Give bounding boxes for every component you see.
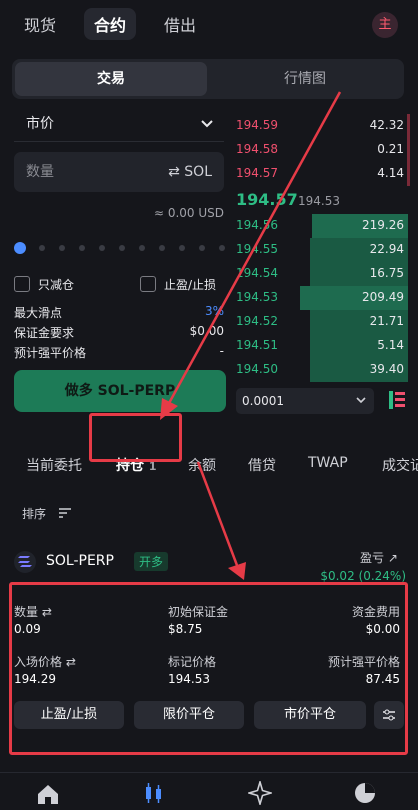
ask-size: 4.14: [377, 166, 404, 180]
quantity-input[interactable]: 数量 ⇄ SOL: [14, 152, 224, 192]
order-type-select[interactable]: 市价: [14, 108, 224, 142]
bid-price[interactable]: 194.54: [236, 266, 278, 280]
tab-contract[interactable]: 合约: [84, 8, 137, 40]
tick-size-value: 0.0001: [242, 394, 284, 408]
bid-price[interactable]: 194.52: [236, 314, 278, 328]
bid-price[interactable]: 194.55: [236, 242, 278, 256]
max-slippage-value[interactable]: 3%: [205, 304, 224, 318]
pnl-label-text: 盈亏: [360, 551, 385, 565]
quantity-placeholder: 数量: [26, 164, 54, 180]
top-nav: 现货 合约 借出 主: [0, 0, 418, 50]
home-icon[interactable]: [36, 783, 60, 805]
chevron-down-icon: [356, 397, 366, 404]
bid-size: 219.26: [362, 218, 404, 232]
quantity-slider[interactable]: [14, 240, 228, 254]
margin-value: $0.00: [189, 324, 224, 338]
tab-lending[interactable]: 借出: [164, 12, 196, 36]
tab-chart[interactable]: 行情图: [209, 62, 401, 96]
reduce-only-checkbox[interactable]: [14, 276, 30, 292]
bid-size: 5.14: [377, 338, 404, 352]
ask-price[interactable]: 194.57: [236, 166, 278, 180]
tpsl-checkbox[interactable]: [140, 276, 156, 292]
bottom-nav: [0, 772, 418, 810]
unit-label: SOL: [184, 164, 212, 180]
external-link-icon: ↗: [387, 551, 398, 565]
ask-size: 42.32: [369, 118, 404, 132]
bid-size: 209.49: [362, 290, 404, 304]
bid-size: 39.40: [369, 362, 404, 376]
tab-open-orders[interactable]: 当前委托: [26, 455, 82, 475]
position-symbol[interactable]: SOL-PERP: [46, 553, 114, 569]
usd-value: ≈ 0.00 USD: [153, 206, 224, 220]
reduce-only-label: 只减仓: [38, 278, 75, 292]
tab-trade[interactable]: 交易: [15, 62, 207, 96]
solana-icon: [14, 551, 36, 573]
unit-switch[interactable]: ⇄ SOL: [168, 152, 212, 192]
max-slippage-label: 最大滑点: [14, 306, 63, 320]
liq-value: -: [219, 344, 224, 358]
avatar[interactable]: 主: [372, 12, 398, 38]
view-switch: 交易 行情图: [12, 59, 404, 99]
portfolio-icon[interactable]: [354, 782, 376, 804]
bid-price[interactable]: 194.51: [236, 338, 278, 352]
pnl-value: $0.02 (0.24%): [320, 569, 406, 583]
margin-label: 保证金要求: [14, 326, 75, 340]
bid-price[interactable]: 194.56: [236, 218, 278, 232]
ask-depth-bar: [407, 114, 410, 186]
mark-price: 194.53: [298, 194, 340, 208]
tpsl-label: 止盈/止损: [164, 278, 217, 292]
tab-twap[interactable]: TWAP: [308, 455, 348, 471]
liq-label: 预计强平价格: [14, 346, 87, 360]
bid-size: 21.71: [369, 314, 404, 328]
swap-icon: ⇄: [168, 164, 185, 180]
ask-size: 0.21: [377, 142, 404, 156]
tab-spot[interactable]: 现货: [24, 12, 56, 36]
bid-price[interactable]: 194.50: [236, 362, 278, 376]
mid-price: 194.57: [236, 190, 298, 209]
pnl-label[interactable]: 盈亏 ↗: [360, 549, 398, 566]
orderbook-layout-icon[interactable]: [388, 390, 406, 410]
buy-button[interactable]: 做多 SOL-PERP: [14, 370, 226, 412]
tab-balances[interactable]: 余额: [188, 455, 216, 475]
sort-icon[interactable]: [58, 507, 72, 519]
sort-label: 排序: [22, 507, 47, 521]
annotation-box-positions: [89, 413, 182, 462]
tab-borrow[interactable]: 借贷: [248, 455, 276, 475]
ask-price[interactable]: 194.58: [236, 142, 278, 156]
bid-size: 22.94: [369, 242, 404, 256]
bid-price[interactable]: 194.53: [236, 290, 278, 304]
order-type-value: 市价: [26, 116, 54, 132]
chevron-down-icon: [201, 120, 213, 128]
sort-control[interactable]: 排序: [22, 505, 46, 522]
tab-fills[interactable]: 成交记: [382, 455, 418, 475]
side-badge: 开多: [134, 552, 169, 571]
bid-depth-bar: [310, 238, 408, 382]
annotation-box-details: [9, 582, 408, 755]
ask-price[interactable]: 194.59: [236, 118, 278, 132]
trade-icon[interactable]: [143, 781, 165, 805]
bid-size: 16.75: [369, 266, 404, 280]
sparkle-icon[interactable]: [248, 781, 272, 805]
tick-size-select[interactable]: 0.0001: [236, 388, 374, 414]
